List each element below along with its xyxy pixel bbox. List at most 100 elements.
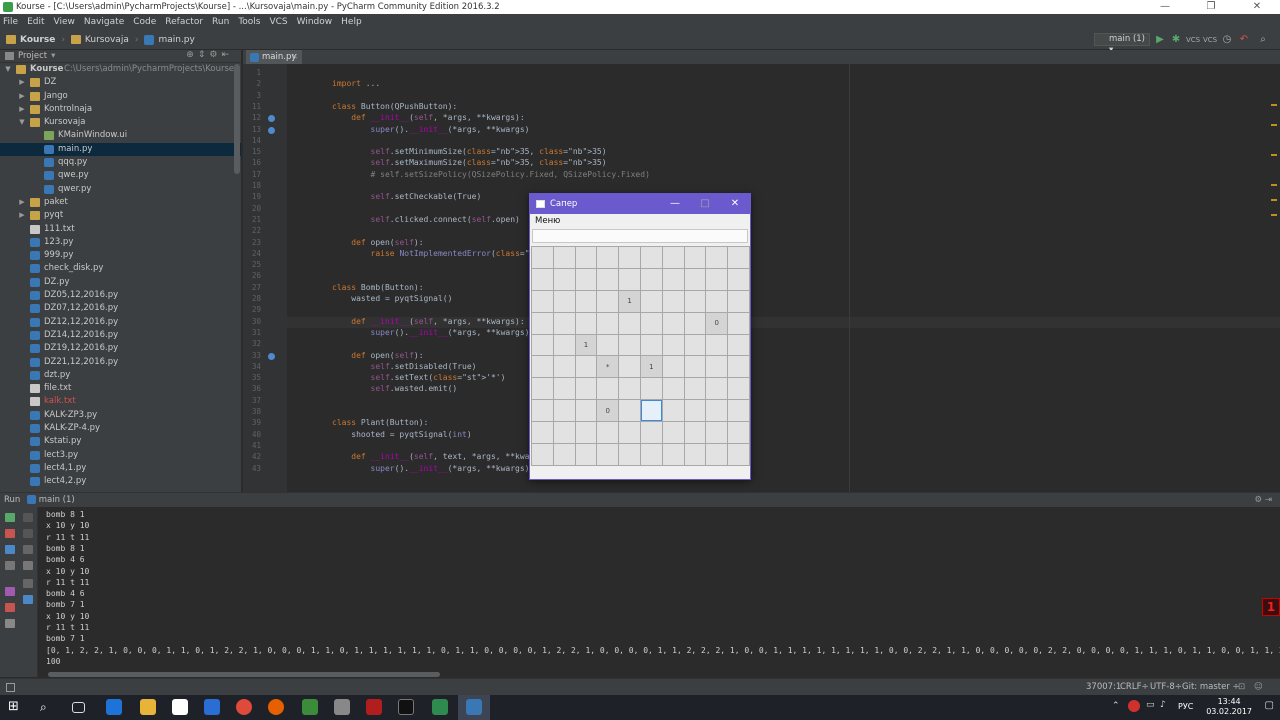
mine-cell[interactable] xyxy=(575,312,597,334)
lock-icon[interactable]: ⊡ xyxy=(1238,679,1245,695)
volume-icon[interactable]: ♪ xyxy=(1160,700,1166,710)
mine-cell[interactable] xyxy=(684,378,706,400)
close-run-icon[interactable] xyxy=(5,603,15,612)
tree-file[interactable]: DZ19,12,2016.py xyxy=(0,342,241,355)
mine-cell[interactable] xyxy=(575,290,597,312)
mine-cell[interactable] xyxy=(532,356,553,378)
edge-icon[interactable] xyxy=(106,699,122,715)
breadcrumb-project[interactable]: Kourse xyxy=(6,35,55,45)
gear-icon[interactable]: ⚙ ⇥ xyxy=(1255,493,1272,507)
hide-icon[interactable]: ⇤ xyxy=(221,50,233,60)
tree-file[interactable]: qwer.py xyxy=(0,183,241,196)
tree-file[interactable]: DZ07,12,2016.py xyxy=(0,302,241,315)
mine-cell[interactable] xyxy=(684,356,706,378)
restore-button[interactable]: ❐ xyxy=(1188,0,1234,14)
project-scrollbar[interactable] xyxy=(234,64,240,174)
tree-file[interactable]: check_disk.py xyxy=(0,262,241,275)
mine-cell[interactable] xyxy=(640,268,662,290)
search-icon[interactable]: ⌕ xyxy=(1256,33,1270,47)
editor-scrollbar[interactable] xyxy=(1271,64,1278,492)
caret-position[interactable]: 37007:1 xyxy=(1086,679,1121,695)
code-line[interactable]: super().__init__(*args, **kwargs) xyxy=(332,464,530,473)
line-separator[interactable]: CRLF÷ xyxy=(1120,679,1149,695)
mine-cell[interactable] xyxy=(553,400,575,422)
git-branch[interactable]: Git: master ÷ xyxy=(1182,679,1240,695)
menu-run[interactable]: Run xyxy=(212,17,229,27)
pycharm-taskbar-icon[interactable] xyxy=(432,699,448,715)
mine-cell[interactable] xyxy=(553,422,575,444)
mine-cell[interactable] xyxy=(728,334,749,356)
mine-cell[interactable] xyxy=(684,422,706,444)
mine-cell[interactable] xyxy=(662,268,684,290)
mine-cell[interactable] xyxy=(662,422,684,444)
mine-cell[interactable] xyxy=(706,400,728,422)
close-button[interactable]: ✕ xyxy=(720,194,750,214)
tree-file[interactable]: DZ21,12,2016.py xyxy=(0,356,241,369)
mine-cell[interactable] xyxy=(728,268,749,290)
app-icon[interactable] xyxy=(334,699,350,715)
terminal-icon[interactable] xyxy=(398,699,414,715)
code-line[interactable]: def __init__(self, text, *args, **kwargs… xyxy=(332,452,553,461)
tree-file[interactable]: main.py xyxy=(0,142,241,157)
inspector-icon[interactable]: ☺ xyxy=(1254,679,1263,695)
windows-start-icon[interactable]: ⊞ xyxy=(8,699,24,715)
outlook-icon[interactable] xyxy=(204,699,220,715)
store-icon[interactable] xyxy=(172,699,188,715)
network-icon[interactable]: ▭ xyxy=(1146,700,1155,710)
tab-main-py[interactable]: main.py ✕ xyxy=(246,50,302,64)
mine-cell[interactable] xyxy=(597,290,619,312)
mine-cell[interactable] xyxy=(728,290,749,312)
tree-file[interactable]: KALK-ZP-4.py xyxy=(0,422,241,435)
menu-navigate[interactable]: Navigate xyxy=(84,17,124,27)
warning-marker[interactable] xyxy=(1271,124,1277,126)
mine-cell[interactable] xyxy=(684,290,706,312)
mine-cell[interactable] xyxy=(575,247,597,268)
run-tab-label[interactable]: main (1) xyxy=(39,495,75,505)
tree-file[interactable]: DZ.py xyxy=(0,276,241,289)
vcs-commit-icon[interactable]: VCS xyxy=(1203,33,1217,47)
mine-cell[interactable] xyxy=(684,247,706,268)
mine-cell[interactable] xyxy=(553,444,575,465)
mine-cell[interactable] xyxy=(553,247,575,268)
mine-cell[interactable] xyxy=(619,422,640,444)
code-line[interactable]: wasted = pyqtSignal() xyxy=(332,294,452,303)
breadcrumb-file[interactable]: main.py xyxy=(144,34,195,45)
code-area[interactable]: import ... class Button(QPushButton): def… xyxy=(287,64,1280,492)
mine-cell[interactable] xyxy=(532,334,553,356)
mine-cell[interactable] xyxy=(706,356,728,378)
clear-all-icon[interactable] xyxy=(23,595,33,604)
mine-cell[interactable] xyxy=(684,400,706,422)
mine-cell[interactable] xyxy=(532,422,553,444)
mine-cell[interactable] xyxy=(597,422,619,444)
mine-cell[interactable] xyxy=(640,378,662,400)
tree-file[interactable]: KALK-ZP3.py xyxy=(0,409,241,422)
maximize-button[interactable]: □ xyxy=(690,194,720,214)
code-line[interactable]: # self.setSizePolicy(QSizePolicy.Fixed, … xyxy=(332,170,650,179)
menu-file[interactable]: File xyxy=(3,17,18,27)
mine-cell[interactable] xyxy=(553,334,575,356)
code-line[interactable]: class Plant(Button): xyxy=(332,418,428,427)
menu-help[interactable]: Help xyxy=(341,17,362,27)
override-marker-icon[interactable] xyxy=(268,352,275,360)
minimize-button[interactable]: — xyxy=(660,194,690,214)
tree-file[interactable]: 999.py xyxy=(0,249,241,262)
mine-cell[interactable] xyxy=(597,268,619,290)
code-line[interactable]: self.setMaximumSize(class="nb">35, class… xyxy=(332,158,607,167)
tree-file[interactable]: 123.py xyxy=(0,236,241,249)
tray-up-icon[interactable]: ⌃ xyxy=(1112,701,1120,711)
input-language[interactable]: РУС xyxy=(1178,702,1193,711)
tree-folder[interactable]: ▶ Kontrolnaja xyxy=(0,103,241,116)
mine-cell[interactable] xyxy=(662,378,684,400)
mine-cell[interactable] xyxy=(553,378,575,400)
tree-file[interactable]: lect3.py xyxy=(0,449,241,462)
tree-file[interactable]: 111.txt xyxy=(0,223,241,236)
mine-cell[interactable] xyxy=(619,334,640,356)
mine-cell[interactable] xyxy=(575,356,597,378)
tree-file[interactable]: qqq.py xyxy=(0,156,241,169)
mine-cell[interactable] xyxy=(619,312,640,334)
mine-cell[interactable]: 1 xyxy=(619,290,640,312)
project-view-select[interactable]: Project xyxy=(18,51,47,61)
pause-icon[interactable] xyxy=(5,545,15,554)
soft-wrap-icon[interactable] xyxy=(23,545,33,554)
mine-cell[interactable] xyxy=(684,334,706,356)
